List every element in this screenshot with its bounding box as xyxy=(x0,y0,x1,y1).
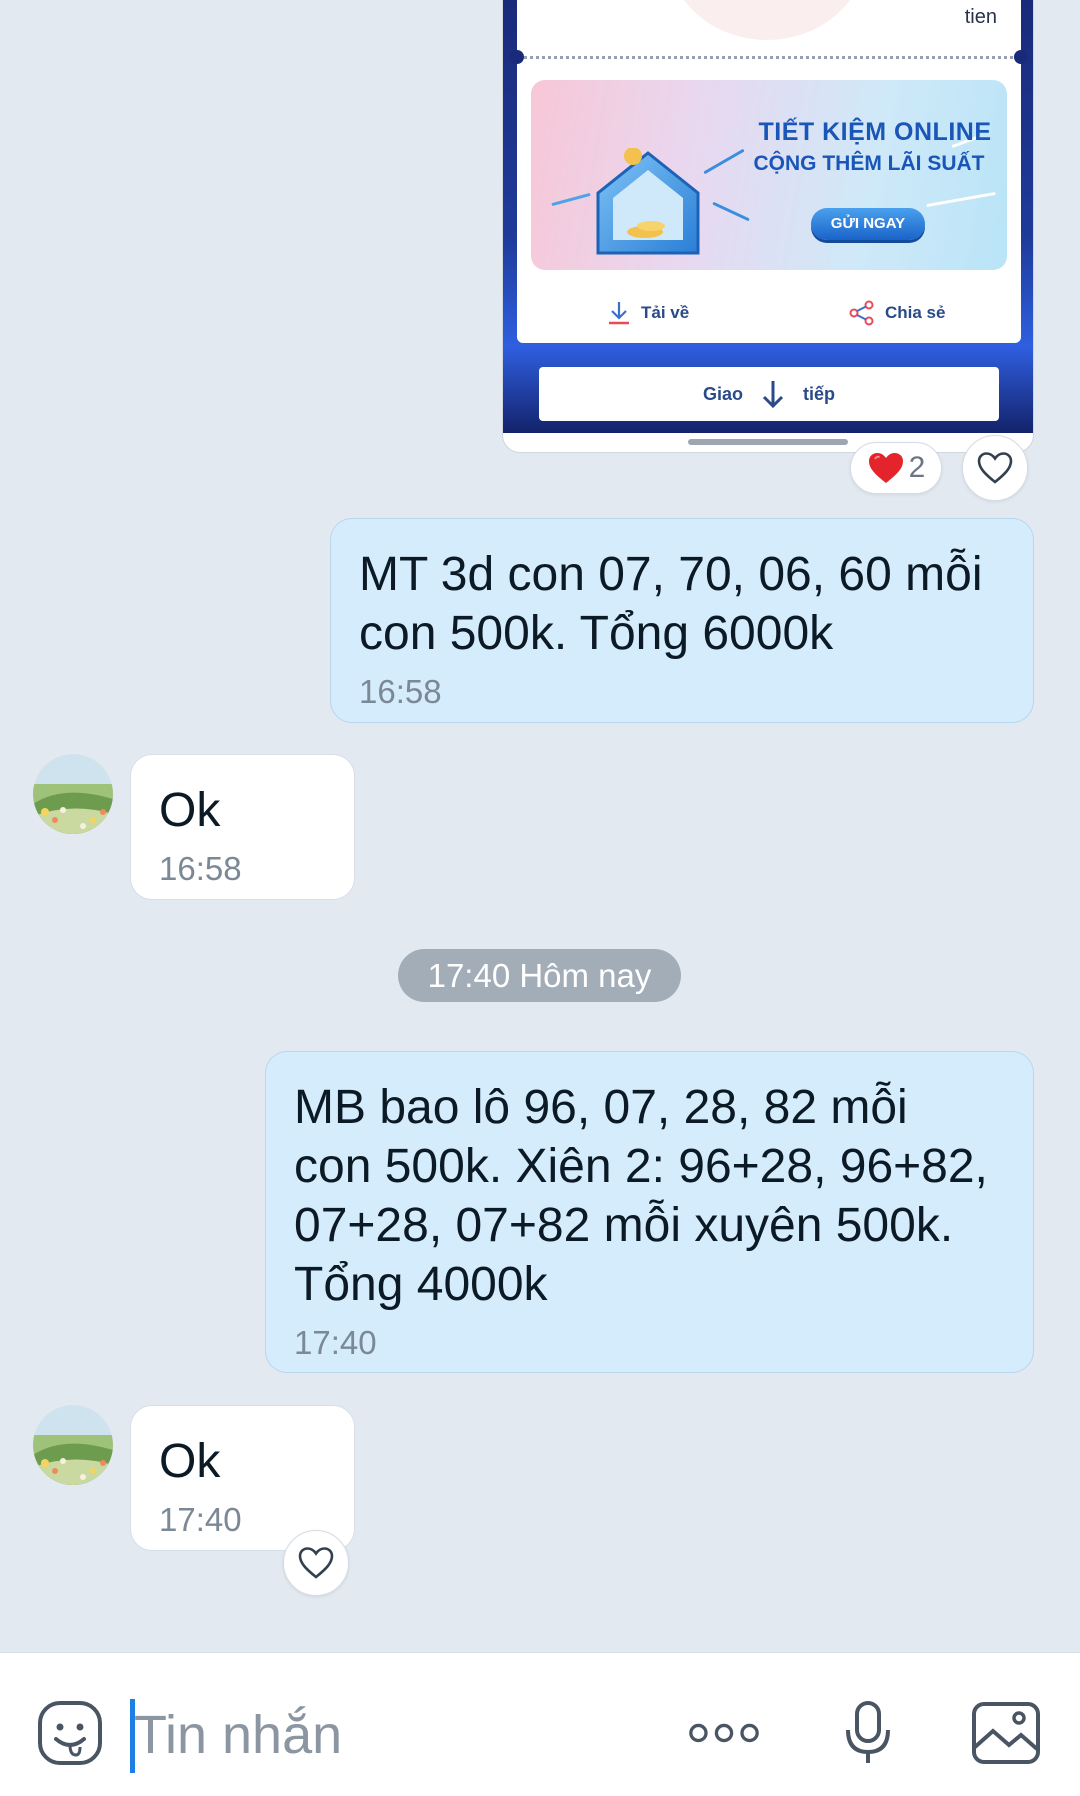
message-bubble-sent[interactable]: MT 3d con 07, 70, 06, 60 mỗi con 500k. T… xyxy=(330,518,1034,723)
promo-banner: TIẾT KIỆM ONLINE CỘNG THÊM LÃI SUẤT GỬI … xyxy=(531,80,1007,270)
message-text: Ok xyxy=(159,784,221,837)
emoji-button[interactable] xyxy=(34,1697,106,1769)
more-options-icon xyxy=(689,1723,759,1743)
message-input[interactable] xyxy=(134,1697,654,1773)
receipt-continue-bar: Giao tiếp xyxy=(539,367,999,421)
message-text: MB bao lô 96, 07, 28, 82 mỗi con 500k. X… xyxy=(294,1081,988,1311)
red-heart-icon xyxy=(868,453,903,483)
receipt-download-action: Tải về xyxy=(607,298,689,328)
image-scroll-indicator xyxy=(688,439,848,445)
share-label: Chia sẻ xyxy=(885,303,946,322)
promo-send-now-button: GỬI NGAY xyxy=(811,208,925,240)
message-time: 16:58 xyxy=(359,673,442,710)
send-image-button[interactable] xyxy=(970,1697,1042,1769)
react-heart-button[interactable] xyxy=(962,435,1028,501)
receipt-notch-left xyxy=(510,50,524,64)
message-time: 17:40 xyxy=(294,1324,377,1361)
receipt-notch-right xyxy=(1014,50,1028,64)
message-text: MT 3d con 07, 70, 06, 60 mỗi con 500k. T… xyxy=(359,548,983,660)
message-bubble-sent[interactable]: MB bao lô 96, 07, 28, 82 mỗi con 500k. X… xyxy=(265,1051,1034,1373)
receipt-decoration xyxy=(667,0,867,40)
arrow-down-icon xyxy=(751,371,795,417)
savings-house-icon xyxy=(596,148,700,255)
image-message[interactable]: tien TIẾT KIỆM ONLINE CỘNG THÊM LÃI SUẤT… xyxy=(502,0,1034,453)
promo-subtitle: CỘNG THÊM LÃI SUẤT xyxy=(753,152,985,175)
continue-label-left: Giao xyxy=(702,384,743,404)
message-bubble-received[interactable]: Ok 16:58 xyxy=(130,754,355,900)
promo-title: TIẾT KIỆM ONLINE xyxy=(758,118,992,146)
heart-icon xyxy=(977,452,1013,484)
share-icon xyxy=(849,300,874,326)
message-text: Ok xyxy=(159,1435,221,1488)
receipt-share-action: Chia sẻ xyxy=(849,298,945,328)
microphone-icon xyxy=(846,1701,890,1763)
receipt-screenshot: tien TIẾT KIỆM ONLINE CỘNG THÊM LÃI SUẤT… xyxy=(503,0,1033,433)
voice-message-button[interactable] xyxy=(832,1697,904,1769)
emoji-icon xyxy=(38,1701,102,1765)
contact-avatar[interactable] xyxy=(33,1405,113,1485)
reaction-count: 2 xyxy=(908,451,926,484)
download-label: Tải về xyxy=(641,303,690,322)
message-time: 16:58 xyxy=(159,850,242,887)
message-composer xyxy=(0,1652,1080,1796)
message-bubble-received[interactable]: Ok 17:40 xyxy=(130,1405,355,1551)
receipt-panel: tien TIẾT KIỆM ONLINE CỘNG THÊM LÃI SUẤT… xyxy=(510,0,1028,343)
contact-avatar[interactable] xyxy=(33,754,113,834)
receipt-divider xyxy=(517,56,1021,59)
react-heart-button[interactable] xyxy=(283,1530,349,1596)
download-icon xyxy=(609,302,629,325)
more-options-button[interactable] xyxy=(688,1697,760,1769)
continue-label-right: tiếp xyxy=(803,384,836,404)
heart-icon xyxy=(298,1547,334,1579)
reaction-summary[interactable]: 2 xyxy=(850,442,942,494)
date-divider: 17:40 Hôm nay xyxy=(398,949,681,1002)
receipt-top-text: tien xyxy=(964,6,997,28)
image-icon xyxy=(972,1702,1040,1764)
